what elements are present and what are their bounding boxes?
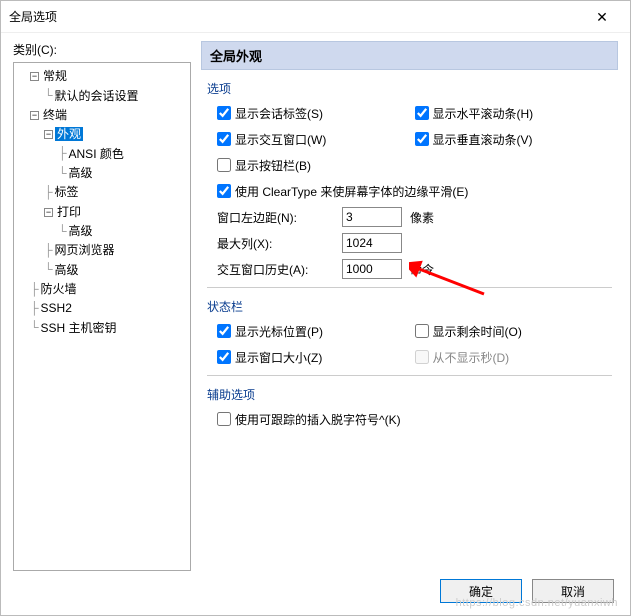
tree-ansi-color[interactable]: ├ANSI 颜色: [16, 144, 188, 163]
dialog-window: 全局选项 ✕ 类别(C): −常规 └默认的会话设置 −终端 −外观 ├ANSI…: [0, 0, 631, 616]
lbl-history: 交互窗口历史(A):: [217, 261, 342, 278]
lbl-button-bar: 显示按钮栏(B): [235, 157, 311, 174]
chk-caret[interactable]: [217, 412, 231, 426]
tree-terminal[interactable]: −终端: [16, 106, 188, 125]
category-label: 类别(C):: [13, 41, 191, 58]
tree-general[interactable]: −常规: [16, 67, 188, 86]
chk-cursor-pos[interactable]: [217, 324, 231, 338]
chk-session-tabs[interactable]: [217, 106, 231, 120]
lbl-cleartype: 使用 ClearType 来使屏幕字体的边缘平滑(E): [235, 183, 468, 200]
input-left-margin[interactable]: [342, 207, 402, 227]
lbl-remaining: 显示剩余时间(O): [433, 323, 522, 340]
window-title: 全局选项: [9, 8, 582, 25]
chk-winsize[interactable]: [217, 350, 231, 364]
tree-ssh2[interactable]: ├SSH2: [16, 299, 188, 318]
unit-pixel: 像素: [410, 209, 434, 226]
input-history[interactable]: [342, 259, 402, 279]
category-tree[interactable]: −常规 └默认的会话设置 −终端 −外观 ├ANSI 颜色 └高级 ├标签 −打…: [13, 62, 191, 571]
collapse-icon[interactable]: −: [30, 72, 39, 81]
tree-print[interactable]: −打印: [16, 202, 188, 221]
chk-remaining[interactable]: [415, 324, 429, 338]
tree-advanced[interactable]: └高级: [16, 260, 188, 279]
titlebar: 全局选项 ✕: [1, 1, 630, 33]
tree-ssh-hostkeys[interactable]: └SSH 主机密钥: [16, 318, 188, 337]
tree-firewall[interactable]: ├防火墙: [16, 280, 188, 299]
group-options-title: 选项: [207, 80, 612, 97]
collapse-icon[interactable]: −: [44, 208, 53, 217]
lbl-never-sec: 从不显示秒(D): [433, 349, 510, 366]
input-max-cols[interactable]: [342, 233, 402, 253]
chk-vscroll[interactable]: [415, 132, 429, 146]
chk-never-sec: [415, 350, 429, 364]
lbl-left-margin: 窗口左边距(N):: [217, 209, 342, 226]
chk-button-bar[interactable]: [217, 158, 231, 172]
tree-appearance[interactable]: −外观: [16, 125, 188, 144]
tree-advanced[interactable]: └高级: [16, 164, 188, 183]
lbl-caret: 使用可跟踪的插入脱字符号^(K): [235, 411, 401, 428]
lbl-max-cols: 最大列(X):: [217, 235, 342, 252]
lbl-session-tabs: 显示会话标签(S): [235, 105, 323, 122]
lbl-vscroll: 显示垂直滚动条(V): [433, 131, 533, 148]
close-icon[interactable]: ✕: [582, 5, 622, 29]
lbl-hscroll: 显示水平滚动条(H): [433, 105, 534, 122]
lbl-cursor-pos: 显示光标位置(P): [235, 323, 323, 340]
group-aux-title: 辅助选项: [207, 386, 612, 403]
unit-command: 命令: [410, 261, 434, 278]
tree-web-browser[interactable]: ├网页浏览器: [16, 241, 188, 260]
group-statusbar-title: 状态栏: [207, 298, 612, 315]
tree-default-session[interactable]: └默认的会话设置: [16, 86, 188, 105]
chk-interactive[interactable]: [217, 132, 231, 146]
tree-tabs[interactable]: ├标签: [16, 183, 188, 202]
collapse-icon[interactable]: −: [44, 130, 53, 139]
lbl-interactive: 显示交互窗口(W): [235, 131, 326, 148]
tree-advanced[interactable]: └高级: [16, 222, 188, 241]
collapse-icon[interactable]: −: [30, 111, 39, 120]
lbl-winsize: 显示窗口大小(Z): [235, 349, 322, 366]
panel-body: 选项 显示会话标签(S) 显示水平滚动条(H) 显示交互窗口(W) 显示垂直滚动…: [201, 70, 618, 571]
watermark: https://blog.csdn.net/yuanxiwh: [456, 597, 618, 609]
chk-cleartype[interactable]: [217, 184, 231, 198]
chk-hscroll[interactable]: [415, 106, 429, 120]
panel-title: 全局外观: [201, 41, 618, 70]
